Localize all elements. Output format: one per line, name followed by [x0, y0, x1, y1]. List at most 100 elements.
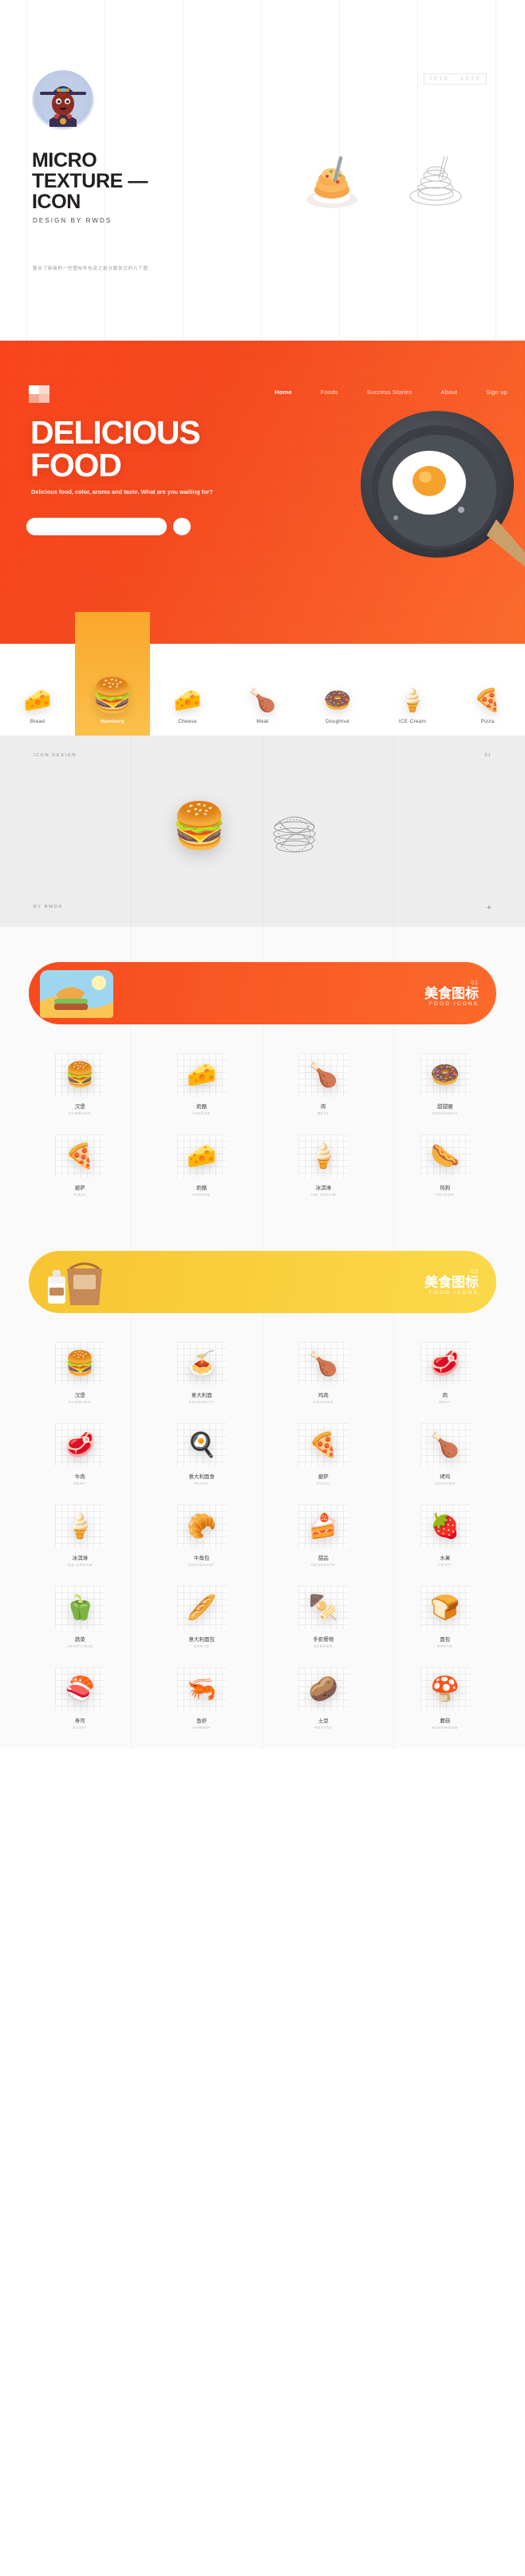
icon-canvas: 🍝 — [176, 1342, 227, 1385]
category-meat[interactable]: 🍗 Meat — [225, 644, 300, 736]
category-ice-cream[interactable]: 🍦 ICE-Cream — [375, 644, 450, 736]
icon-label-en: BEEF — [73, 1481, 86, 1485]
category-bread[interactable]: 🧀 Bread — [0, 644, 75, 736]
icon-label-en: DOUGHNUT — [432, 1111, 458, 1115]
icon-label-cn: 甜品 — [318, 1556, 329, 1561]
design-showcase-page: MICRO TEXTURE — ICON DESIGN BY RWDS 整合了新… — [0, 0, 525, 1749]
nav-item-success-stories[interactable]: Success Stories — [367, 389, 412, 396]
icon-cell[interactable]: 🥖 意大利面包 BREAD — [141, 1578, 263, 1659]
icon-label-cn: 鱼虾 — [196, 1718, 207, 1724]
icon-canvas: 🍞 — [420, 1586, 470, 1629]
icon-label-cn: 意大利面 — [191, 1393, 212, 1398]
icon-canvas: 🍦 — [55, 1505, 105, 1548]
set1-title-cn: 美食图标 — [424, 985, 479, 1001]
takeaway-bag-coffee-icon — [29, 1251, 124, 1313]
icon-cell[interactable]: 🍝 意大利面 SPAGHETTI — [141, 1334, 263, 1415]
icon-cell[interactable]: 🍕 披萨 PIZZA — [262, 1415, 385, 1497]
icon-cell[interactable]: 🍩 甜甜圈 DOUGHNUT — [385, 1045, 507, 1126]
icon-cell[interactable]: 🍔 汉堡 HAMBURG — [19, 1045, 141, 1126]
icon-design-number: 01 — [484, 753, 491, 758]
hero-section: Home Foods Success Stories About Sign up… — [0, 341, 525, 644]
nav-item-home[interactable]: Home — [274, 389, 292, 396]
icon-cell[interactable]: 🍓 水果 FRUIT — [385, 1497, 507, 1578]
icon-label-en: HAMBURG — [69, 1400, 92, 1404]
doughnut-icon: 🍩 — [323, 688, 352, 712]
nav-item-about[interactable]: About — [441, 389, 458, 396]
icon-cell[interactable]: 🥩 牛肉 BEEF — [19, 1415, 141, 1497]
nav-item-sign-up[interactable]: Sign up — [486, 389, 507, 396]
sushi-icon: 🍣 — [65, 1675, 95, 1702]
icon-label-en: PIZZA — [73, 1193, 87, 1197]
icon-cell[interactable]: 🍗 肉 MEAT — [262, 1045, 385, 1126]
category-hamburg[interactable]: 🍔 Hamburg — [75, 612, 150, 736]
icon-cell[interactable]: 🍗 烤鸡 CHICKEN — [385, 1415, 507, 1497]
icon-label-en: BREAD — [194, 1644, 210, 1648]
plus-icon[interactable]: + — [487, 903, 491, 913]
beef-icon: 🥩 — [65, 1431, 95, 1458]
set1-banner-text: 01 美食图标 FOOD ICONS — [424, 980, 479, 1007]
category-label: Pizza — [480, 719, 495, 724]
icon-label-en: BREAD — [437, 1644, 453, 1648]
hamburger-wireframe-icon — [263, 803, 326, 861]
bread-cheese-icon: 🧀 — [23, 688, 52, 712]
icon-cell[interactable]: 🍄 蘑菇 MUSHROOM — [385, 1659, 507, 1741]
icon-canvas: 🫑 — [55, 1586, 105, 1629]
icon-design-label: ICON DESIGN — [34, 753, 77, 758]
set1-banner: 01 美食图标 FOOD ICONS — [29, 962, 496, 1024]
search-input[interactable] — [26, 518, 167, 535]
icon-set-01-section: 01 美食图标 FOOD ICONS 🍔 汉堡 HAMBURG 🧀 奶酪 CHEESE … — [0, 927, 525, 1216]
category-cheese[interactable]: 🧀 Cheese — [150, 644, 225, 736]
icon-cell[interactable]: 🦐 鱼虾 SHRIMP — [141, 1659, 263, 1741]
icon-cell[interactable]: 🥐 牛角包 CROISSANT — [141, 1497, 263, 1578]
set2-title-en: FOOD ICONS — [428, 1289, 479, 1296]
icon-cell[interactable]: 🍣 寿司 SUSHI — [19, 1659, 141, 1741]
icon-canvas: 🍰 — [298, 1505, 349, 1548]
icon-cell[interactable]: 🍞 面包 BREAD — [385, 1578, 507, 1659]
pizza-icon: 🍕 — [308, 1431, 338, 1458]
nav-item-foods[interactable]: Foods — [321, 389, 338, 396]
set2-title-cn: 美食图标 — [424, 1274, 479, 1290]
category-label: Cheese — [178, 719, 197, 724]
icon-cell[interactable]: 🫑 蔬菜 VEGETABLE — [19, 1578, 141, 1659]
icon-cell[interactable]: 🍦 冰淇淋 ICE CREAM — [19, 1497, 141, 1578]
icon-cell[interactable]: 🍢 手抓餐物 SKEWER — [262, 1578, 385, 1659]
set2-number: 02 — [471, 1268, 479, 1275]
icon-cell[interactable]: 🍳 意大利面食 PASTA — [141, 1415, 263, 1497]
croissant-icon: 🥐 — [187, 1513, 217, 1540]
icon-canvas: 🍦 — [298, 1134, 349, 1178]
icon-label-en: DESSERTS — [311, 1563, 336, 1567]
icon-canvas: 🍕 — [298, 1423, 349, 1466]
icon-cell[interactable]: 🍕 披萨 PIZZA — [19, 1126, 141, 1208]
icon-label-cn: 烤鸡 — [440, 1474, 451, 1480]
icon-cell[interactable]: 🥔 土豆 POTATO — [262, 1659, 385, 1741]
frying-pan-egg-icon — [340, 398, 525, 578]
category-pizza[interactable]: 🍕 Pizza — [450, 644, 525, 736]
icon-canvas: 🦐 — [176, 1667, 227, 1710]
search-circle-icon[interactable] — [173, 518, 191, 535]
strawberry-icon: 🍓 — [430, 1513, 460, 1540]
icon-canvas: 🥐 — [176, 1505, 227, 1548]
icon-cell[interactable]: 🍔 汉堡 HAMBURG — [19, 1334, 141, 1415]
icon-canvas: 🌭 — [420, 1134, 470, 1178]
cheese-icon: 🧀 — [187, 1061, 217, 1088]
hand-holding-burger-icon — [29, 962, 124, 1024]
set1-number: 01 — [471, 980, 479, 986]
icon-cell[interactable]: 🧀 奶酪 CHEESE — [141, 1126, 263, 1208]
icon-cell[interactable]: 🌭 热狗 HOTDOG — [385, 1126, 507, 1208]
potato-icon: 🥔 — [308, 1675, 338, 1702]
icon-label-en: CHEESE — [192, 1193, 211, 1197]
brand-squares-icon[interactable] — [29, 385, 49, 403]
category-doughnut[interactable]: 🍩 Doughnut — [300, 644, 375, 736]
hero-navigation: Home Foods Success Stories About Sign up — [274, 389, 507, 396]
pasta-color-icon — [295, 150, 369, 214]
icon-label-en: MEAT — [439, 1400, 452, 1404]
icon-cell[interactable]: 🥩 肉 MEAT — [385, 1334, 507, 1415]
icon-cell[interactable]: 🧀 奶酪 CHEESE — [141, 1045, 263, 1126]
hero-paragraph: Delicious food, color, aroma and taste. … — [31, 488, 213, 495]
ice-cream-cone-icon: 🍦 — [65, 1513, 95, 1540]
icon-cell[interactable]: 🍗 鸡肉 CHICKEN — [262, 1334, 385, 1415]
icon-label-cn: 意大利面包 — [188, 1637, 215, 1643]
shrimp-icon: 🦐 — [187, 1675, 217, 1702]
icon-cell[interactable]: 🍰 甜品 DESSERTS — [262, 1497, 385, 1578]
icon-cell[interactable]: 🍦 冰淇淋 ICE CREAM — [262, 1126, 385, 1208]
